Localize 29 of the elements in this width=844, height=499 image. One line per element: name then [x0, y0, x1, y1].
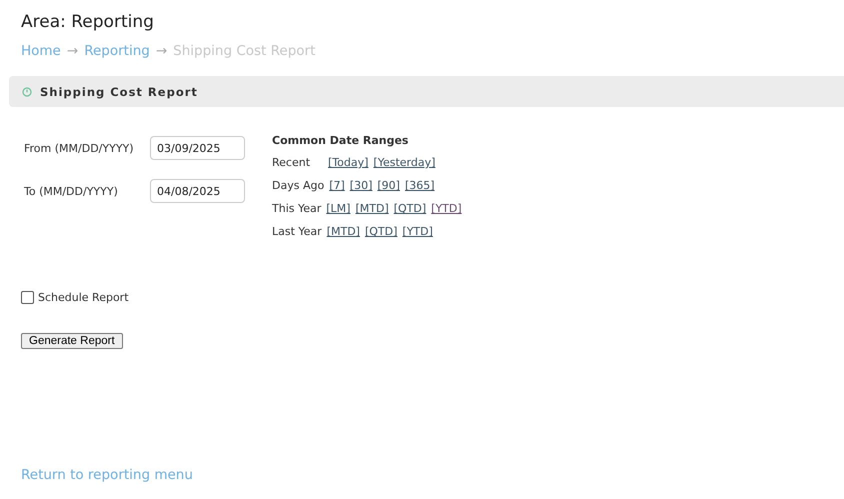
range-link[interactable]: [MTD]	[326, 225, 360, 238]
range-link[interactable]: [QTD]	[364, 225, 398, 238]
range-label: Recent	[272, 156, 312, 169]
date-field[interactable]: 04/08/2025	[150, 179, 245, 203]
field-label: To (MM/DD/YYYY)	[24, 184, 119, 198]
checkbox-label: Schedule Report	[38, 291, 129, 304]
range-link[interactable]: [MTD]	[355, 202, 389, 215]
range-link[interactable]: [365]	[404, 179, 435, 192]
range-link[interactable]: [LM]	[326, 202, 350, 215]
field-label: From (MM/DD/YYYY)	[24, 142, 135, 154]
range-link[interactable]: [90]	[377, 179, 400, 192]
breadcrumb-arrow: →	[66, 43, 78, 59]
range-link[interactable]: [7]	[329, 179, 345, 192]
range-label: Days Ago	[272, 179, 324, 192]
panel-title: Shipping Cost Report	[40, 84, 198, 98]
ranges-title: Common Date Ranges	[272, 134, 410, 149]
range-link[interactable]: [Yesterday]	[373, 156, 436, 169]
breadcrumb-arrow: →	[156, 43, 168, 59]
range-link[interactable]: [QTD]	[394, 202, 426, 215]
date-field[interactable]: 03/09/2025	[150, 136, 245, 160]
range-label: This Year	[272, 202, 322, 215]
range-link[interactable]: [Today]	[328, 156, 368, 169]
area-title: Area: Reporting	[21, 12, 155, 34]
checkbox[interactable]	[21, 291, 34, 304]
generate-button[interactable]: Generate Report	[21, 333, 123, 349]
range-link[interactable]: [YTD]	[402, 225, 433, 238]
range-label: Last Year	[272, 225, 322, 238]
range-link[interactable]: [30]	[350, 179, 372, 192]
range-link[interactable]: [YTD]	[431, 202, 462, 215]
